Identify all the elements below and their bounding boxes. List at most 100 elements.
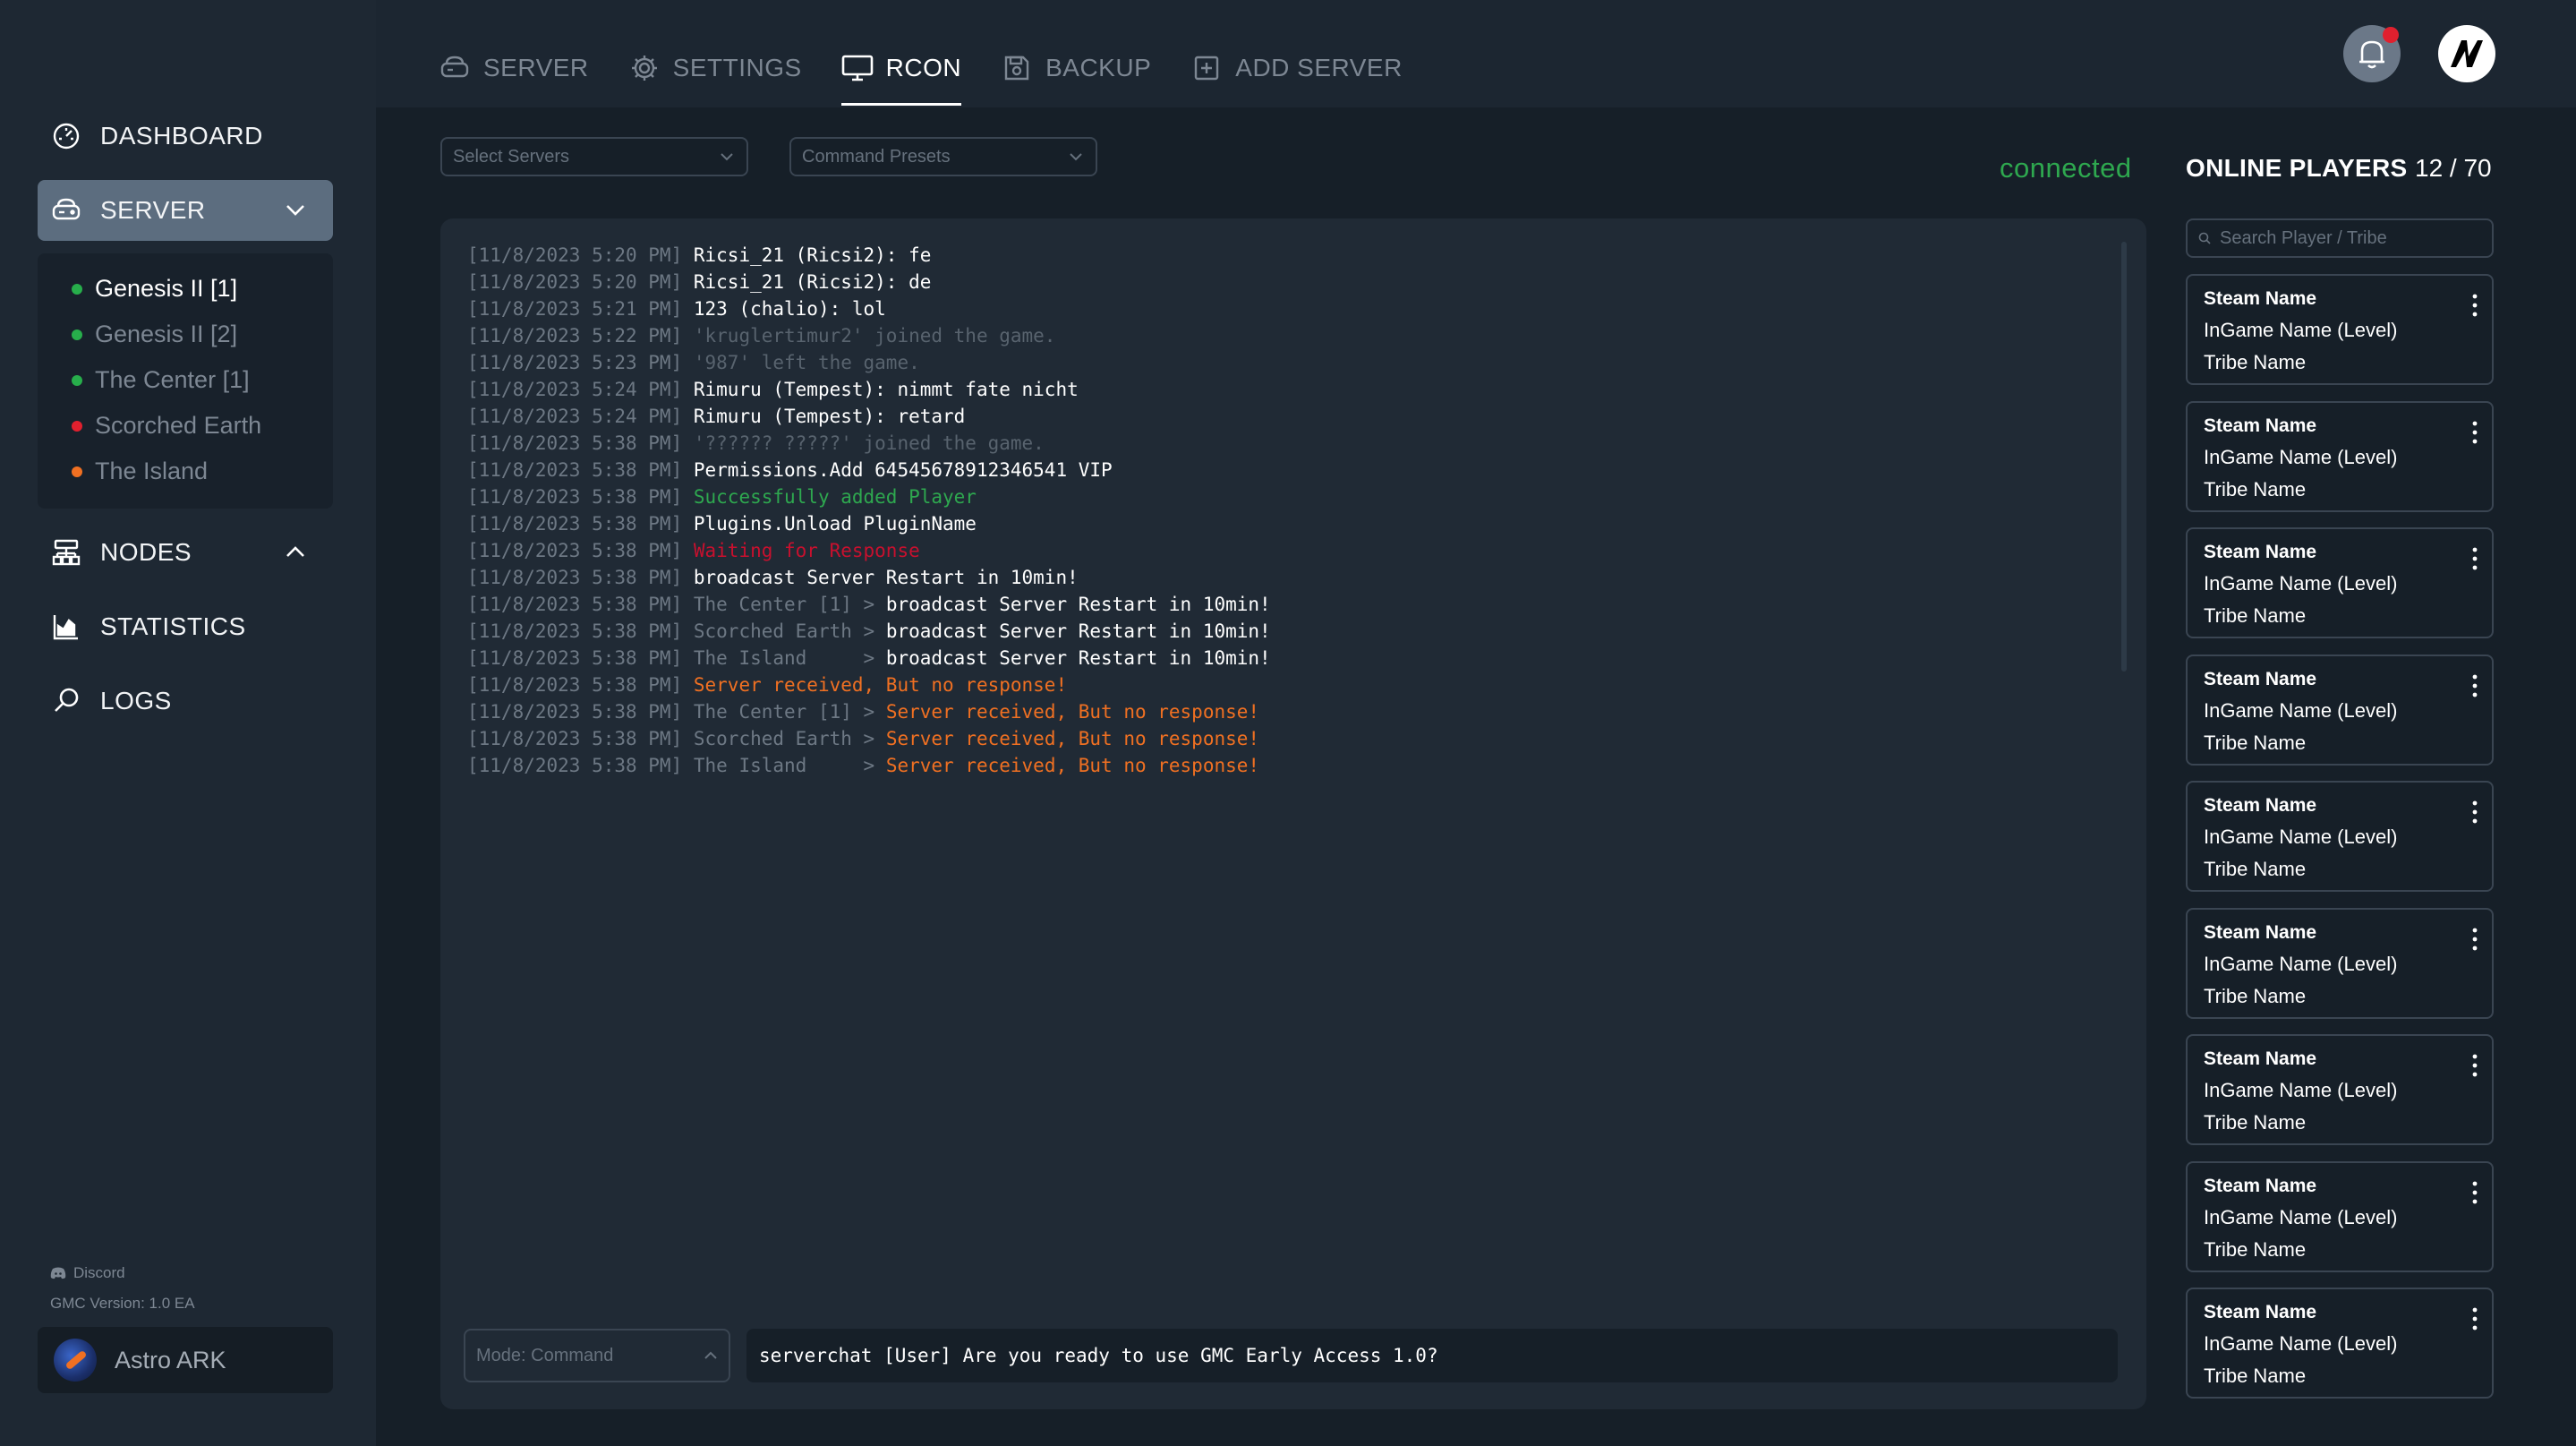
status-dot-offline: [72, 420, 82, 432]
sidebar: DASHBOARD SERVER Genesis II [1] Genesis …: [0, 0, 376, 1446]
player-ingame-name: InGame Name (Level): [2204, 1206, 2398, 1228]
console-message: Rimuru (Tempest): nimmt fate nicht: [693, 379, 1079, 400]
console-timestamp: [11/8/2023 5:38 PM]: [467, 728, 683, 749]
more-vertical-icon[interactable]: [2470, 799, 2479, 826]
mode-label: Mode: Command: [476, 1345, 614, 1365]
console-timestamp: [11/8/2023 5:21 PM]: [467, 298, 683, 320]
app-version: GMC Version: 1.0 EA: [50, 1295, 195, 1312]
tab-label: BACKUP: [1045, 54, 1152, 81]
server-entry[interactable]: Scorched Earth: [38, 403, 333, 449]
player-search-field[interactable]: [2186, 218, 2494, 258]
console-source: The Island >: [693, 755, 886, 776]
server-name: Scorched Earth: [95, 412, 262, 439]
console-message: Successfully added Player: [693, 486, 977, 508]
more-vertical-icon[interactable]: [2470, 1179, 2479, 1206]
console-line: [11/8/2023 5:38 PM] The Center [1] > bro…: [467, 591, 1271, 618]
mode-dropdown[interactable]: Mode: Command: [464, 1329, 730, 1382]
server-entry[interactable]: The Island: [38, 449, 333, 494]
console-message: Server received, But no response!: [885, 701, 1260, 723]
notification-badge: [2383, 27, 2399, 43]
more-vertical-icon[interactable]: [2470, 1052, 2479, 1079]
player-card[interactable]: Steam Name InGame Name (Level) Tribe Name: [2186, 781, 2494, 892]
tab-backup[interactable]: BACKUP: [1001, 45, 1151, 91]
console-log: [11/8/2023 5:20 PM] Ricsi_21 (Ricsi2): f…: [467, 242, 1271, 779]
search-icon: [2198, 232, 2211, 244]
more-vertical-icon[interactable]: [2470, 419, 2479, 446]
console-line: [11/8/2023 5:38 PM] Waiting for Response: [467, 537, 1271, 564]
console-message: 'kruglertimur2' joined the game.: [693, 325, 1056, 347]
player-ingame-name: InGame Name (Level): [2204, 1079, 2398, 1101]
nav-statistics[interactable]: STATISTICS: [38, 597, 333, 656]
player-card[interactable]: Steam Name InGame Name (Level) Tribe Name: [2186, 401, 2494, 512]
server-icon: [439, 52, 471, 84]
tab-server[interactable]: SERVER: [439, 45, 589, 91]
console-scrollbar[interactable]: [2121, 242, 2127, 672]
console-timestamp: [11/8/2023 5:38 PM]: [467, 701, 683, 723]
nav-logs[interactable]: LOGS: [38, 672, 333, 731]
account-name: Astro ARK: [115, 1346, 226, 1373]
server-icon: [50, 194, 82, 227]
nav-dashboard[interactable]: DASHBOARD: [38, 107, 333, 166]
player-tribe-name: Tribe Name: [2204, 1111, 2307, 1134]
command-input[interactable]: [746, 1329, 2118, 1382]
status-dot-starting: [72, 466, 82, 477]
player-card[interactable]: Steam Name InGame Name (Level) Tribe Name: [2186, 1161, 2494, 1272]
more-vertical-icon[interactable]: [2470, 672, 2479, 699]
console-line: [11/8/2023 5:38 PM] Permissions.Add 6454…: [467, 457, 1271, 483]
player-steam-name: Steam Name: [2204, 1048, 2317, 1069]
console-message: 123 (chalio): lol: [693, 298, 886, 320]
console-source: Scorched Earth >: [693, 620, 886, 642]
tab-add-server[interactable]: ADD SERVER: [1190, 45, 1403, 91]
chevron-up-icon: [704, 1351, 717, 1359]
server-entry[interactable]: The Center [1]: [38, 357, 333, 403]
player-card[interactable]: Steam Name InGame Name (Level) Tribe Name: [2186, 274, 2494, 385]
console-message: Permissions.Add 64545678912346541 VIP: [693, 459, 1113, 481]
player-tribe-name: Tribe Name: [2204, 351, 2307, 373]
tab-rcon[interactable]: RCON: [840, 45, 962, 106]
player-steam-name: Steam Name: [2204, 288, 2317, 309]
select-servers-dropdown[interactable]: Select Servers: [440, 137, 748, 176]
chevron-up-icon[interactable]: [283, 540, 308, 565]
player-card[interactable]: Steam Name InGame Name (Level) Tribe Name: [2186, 1034, 2494, 1145]
console-source: Scorched Earth >: [693, 728, 886, 749]
save-icon: [1001, 52, 1033, 84]
command-presets-dropdown[interactable]: Command Presets: [789, 137, 1097, 176]
player-card[interactable]: Steam Name InGame Name (Level) Tribe Name: [2186, 908, 2494, 1019]
tab-settings[interactable]: SETTINGS: [628, 45, 802, 91]
server-entry[interactable]: Genesis II [1]: [38, 266, 333, 312]
status-dot-online: [72, 329, 82, 340]
account-switcher[interactable]: Astro ARK: [38, 1327, 333, 1393]
discord-link[interactable]: Discord: [50, 1264, 125, 1282]
console-line: [11/8/2023 5:22 PM] 'kruglertimur2' join…: [467, 322, 1271, 349]
search-log-icon: [50, 685, 82, 717]
console-line: [11/8/2023 5:38 PM] The Center [1] > Ser…: [467, 698, 1271, 725]
nodes-hierarchy-icon: [50, 536, 82, 569]
console-timestamp: [11/8/2023 5:24 PM]: [467, 406, 683, 427]
player-steam-name: Steam Name: [2204, 922, 2317, 943]
player-card[interactable]: Steam Name InGame Name (Level) Tribe Name: [2186, 527, 2494, 638]
more-vertical-icon[interactable]: [2470, 292, 2479, 319]
console-line: [11/8/2023 5:38 PM] Scorched Earth > Ser…: [467, 725, 1271, 752]
gear-icon: [628, 52, 661, 84]
player-card[interactable]: Steam Name InGame Name (Level) Tribe Name: [2186, 655, 2494, 766]
online-players-count: 12 / 70: [2415, 154, 2492, 182]
server-entry[interactable]: Genesis II [2]: [38, 312, 333, 357]
player-card[interactable]: Steam Name InGame Name (Level) Tribe Name: [2186, 1288, 2494, 1399]
console-message: broadcast Server Restart in 10min!: [885, 620, 1271, 642]
more-vertical-icon[interactable]: [2470, 926, 2479, 953]
console-message: Rimuru (Tempest): retard: [693, 406, 966, 427]
dashboard-gauge-icon: [50, 120, 82, 152]
console-line: [11/8/2023 5:38 PM] Scorched Earth > bro…: [467, 618, 1271, 645]
console-timestamp: [11/8/2023 5:38 PM]: [467, 486, 683, 508]
chevron-down-icon[interactable]: [283, 197, 308, 222]
more-vertical-icon[interactable]: [2470, 1305, 2479, 1332]
user-profile-button[interactable]: [2438, 25, 2495, 82]
console-line: [11/8/2023 5:24 PM] Rimuru (Tempest): re…: [467, 403, 1271, 430]
player-tribe-name: Tribe Name: [2204, 1365, 2307, 1387]
more-vertical-icon[interactable]: [2470, 545, 2479, 572]
nav-server[interactable]: SERVER: [38, 180, 333, 241]
nav-nodes[interactable]: NODES: [38, 523, 333, 582]
player-search-input[interactable]: [2220, 227, 2479, 249]
notifications-button[interactable]: [2343, 25, 2401, 82]
console-line: [11/8/2023 5:20 PM] Ricsi_21 (Ricsi2): d…: [467, 269, 1271, 295]
